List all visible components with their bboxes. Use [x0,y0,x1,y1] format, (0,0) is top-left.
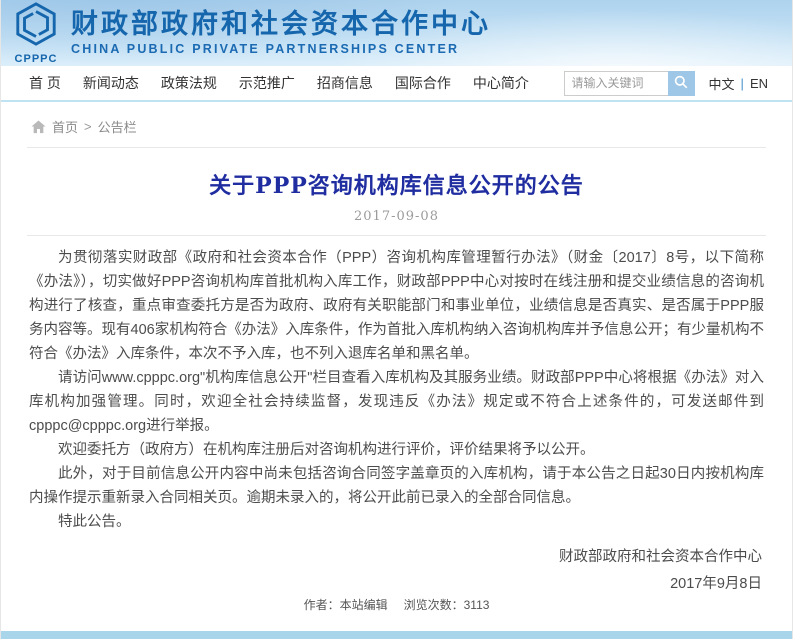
site-titles: 财政部政府和社会资本合作中心 CHINA PUBLIC PRIVATE PART… [71,9,491,57]
search-input[interactable] [564,71,668,96]
footer-meta: 作者：本站编辑 浏览次数：3113 [1,596,792,613]
nav-item-demonstration[interactable]: 示范推广 [239,73,295,93]
signature-org: 财政部政府和社会资本合作中心 [1,544,762,571]
paragraph: 此外，对于目前信息公开内容中尚未包括咨询合同签字盖章页的入库机构，请于本公告之日… [29,462,764,510]
bottom-bar [1,631,792,639]
language-switch: 中文 | EN [709,74,768,93]
search-icon [674,75,688,92]
logo-hexagon-icon [13,1,59,52]
article-title: 关于PPP咨询机构库信息公开的公告 [1,168,792,200]
signature-date: 2017年9月8日 [1,571,762,598]
lang-en-link[interactable]: EN [750,76,768,91]
signature-block: 财政部政府和社会资本合作中心 2017年9月8日 [1,534,792,598]
nav-item-investment[interactable]: 招商信息 [317,73,373,93]
breadcrumb-home-link[interactable]: 首页 [52,117,78,136]
site-title-en: CHINA PUBLIC PRIVATE PARTNERSHIPS CENTER [71,41,491,57]
views-label: 浏览次数： [404,598,464,612]
breadcrumb-divider [27,147,766,148]
author-label: 作者： [304,598,340,612]
announcement-article: 关于PPP咨询机构库信息公开的公告 2017-09-08 为贯彻落实财政部《政府… [1,168,792,639]
nav-item-about[interactable]: 中心简介 [473,73,529,93]
lang-cn-link[interactable]: 中文 [709,74,735,93]
search-box [564,71,695,96]
paragraph: 请访问www.cpppc.org"机构库信息公开"栏目查看入库机构及其服务业绩。… [29,366,764,438]
main-nav: 首 页 新闻动态 政策法规 示范推广 招商信息 国际合作 中心简介 中文 | E… [1,66,792,102]
breadcrumb-current: 公告栏 [98,117,137,136]
author-value: 本站编辑 [340,598,388,612]
nav-item-home[interactable]: 首 页 [29,73,61,93]
site-header: CPPPC 财政部政府和社会资本合作中心 CHINA PUBLIC PRIVAT… [1,0,792,66]
nav-item-news[interactable]: 新闻动态 [83,73,139,93]
views-count: 3113 [464,598,490,612]
paragraph: 特此公告。 [29,510,764,534]
breadcrumb: 首页 > 公告栏 [1,102,792,136]
article-body: 为贯彻落实财政部《政府和社会资本合作（PPP）咨询机构库管理暂行办法》（财金〔2… [1,236,792,534]
home-icon [31,120,46,134]
site-title-cn: 财政部政府和社会资本合作中心 [71,9,491,39]
logo-abbr: CPPPC [15,53,58,65]
breadcrumb-separator: > [84,119,92,134]
article-date: 2017-09-08 [1,209,792,224]
nav-item-policy[interactable]: 政策法规 [161,73,217,93]
search-button[interactable] [668,71,695,96]
cpppc-logo[interactable]: CPPPC [13,1,59,65]
page: CPPPC 财政部政府和社会资本合作中心 CHINA PUBLIC PRIVAT… [0,0,793,639]
lang-divider: | [741,76,744,91]
nav-item-international[interactable]: 国际合作 [395,73,451,93]
paragraph: 为贯彻落实财政部《政府和社会资本合作（PPP）咨询机构库管理暂行办法》（财金〔2… [29,246,764,366]
paragraph: 欢迎委托方（政府方）在机构库注册后对咨询机构进行评价，评价结果将予以公开。 [29,438,764,462]
